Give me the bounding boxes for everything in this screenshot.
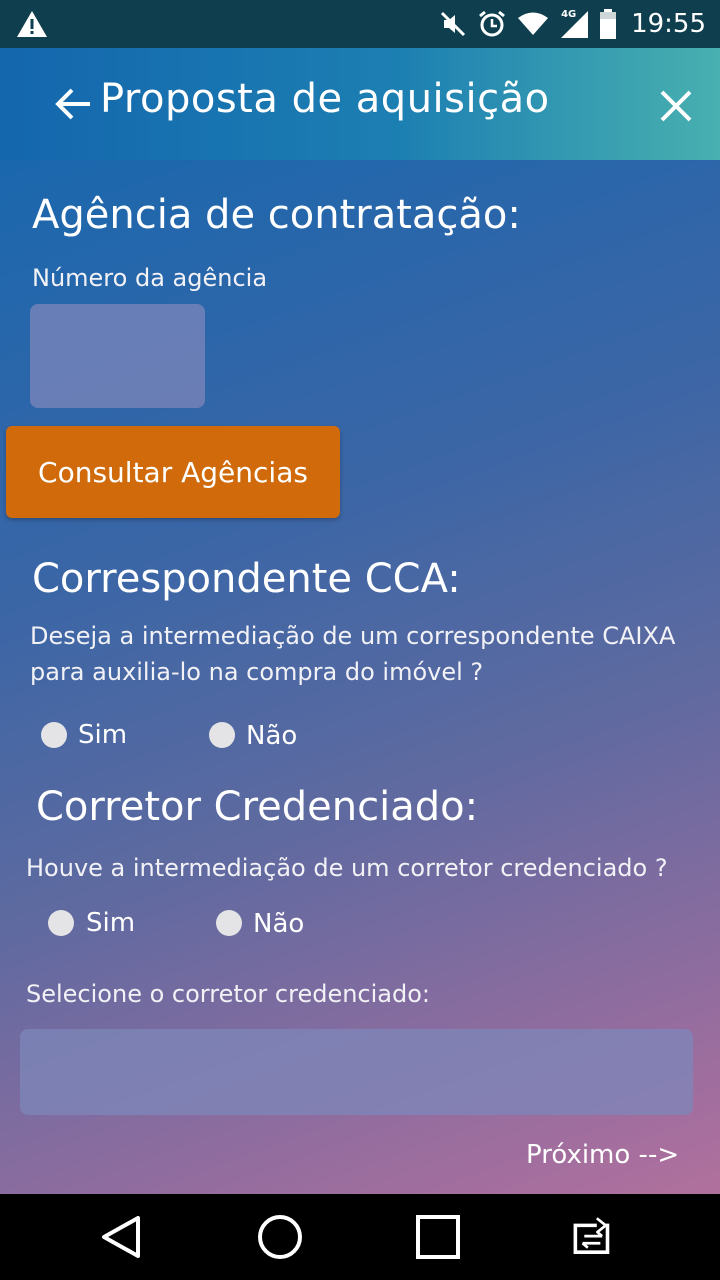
page-title: Proposta de aquisição	[100, 76, 550, 122]
cca-nao-label[interactable]: Não	[246, 721, 297, 751]
mute-icon	[441, 11, 466, 37]
cca-question-line2: para auxilia-lo na compra do imóvel ?	[30, 658, 484, 686]
cca-heading: Correspondente CCA:	[32, 556, 461, 602]
next-button[interactable]: Próximo -->	[526, 1140, 679, 1170]
back-triangle-icon[interactable]	[96, 1212, 146, 1262]
clock: 19:55	[631, 9, 706, 39]
consultar-agencias-button[interactable]: Consultar Agências	[6, 426, 340, 518]
warning-icon	[17, 11, 47, 37]
agencia-number-label: Número da agência	[32, 264, 268, 292]
corretor-question: Houve a intermediação de um corretor cre…	[26, 854, 668, 882]
corretor-select[interactable]	[20, 1029, 693, 1115]
app-bar: Proposta de aquisição	[0, 48, 720, 160]
status-bar: 4G 19:55	[0, 0, 720, 48]
agencia-number-input[interactable]	[30, 304, 205, 408]
home-circle-icon[interactable]	[255, 1212, 305, 1262]
navigation-bar	[0, 1194, 720, 1280]
signal-icon: 4G	[559, 9, 589, 39]
cca-nao-radio[interactable]	[209, 722, 235, 748]
wifi-icon	[518, 12, 549, 35]
battery-icon	[600, 9, 617, 39]
arrow-left-icon[interactable]	[54, 86, 94, 122]
cca-question-line1: Deseja a intermediação de um corresponde…	[30, 622, 676, 650]
corretor-nao-radio[interactable]	[216, 910, 242, 936]
corretor-sim-label[interactable]: Sim	[86, 908, 135, 938]
cca-sim-radio[interactable]	[41, 722, 67, 748]
switch-app-icon[interactable]	[570, 1212, 620, 1262]
agencia-heading: Agência de contratação:	[32, 192, 521, 238]
close-icon[interactable]	[658, 88, 694, 124]
corretor-heading: Corretor Credenciado:	[36, 784, 479, 830]
corretor-sim-radio[interactable]	[48, 910, 74, 936]
cca-sim-label[interactable]: Sim	[78, 720, 127, 750]
alarm-icon	[479, 10, 505, 37]
recents-square-icon[interactable]	[413, 1212, 463, 1262]
corretor-select-label: Selecione o corretor credenciado:	[26, 980, 431, 1008]
corretor-nao-label[interactable]: Não	[253, 909, 304, 939]
